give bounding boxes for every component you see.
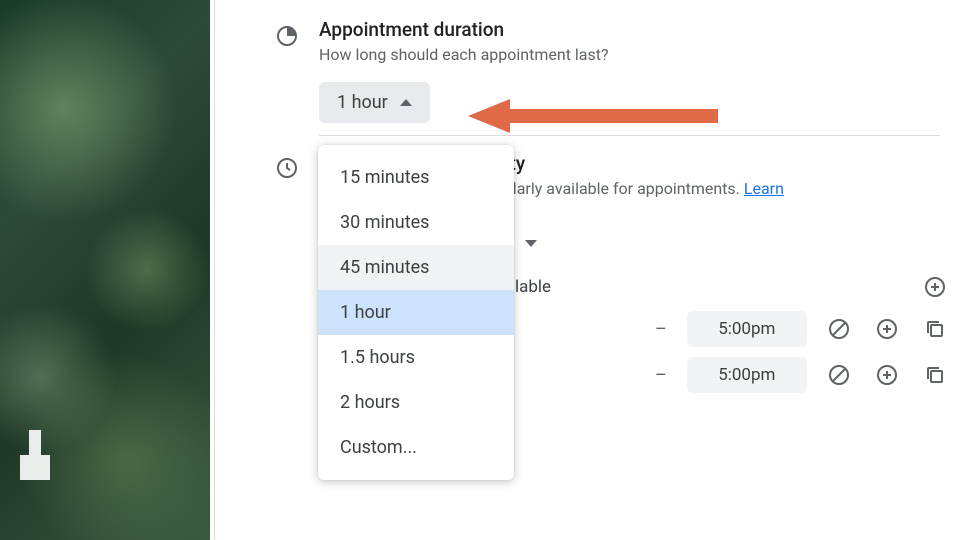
duration-icon xyxy=(275,24,299,48)
unavailable-label: lable xyxy=(515,277,903,297)
duration-title: Appointment duration xyxy=(319,18,940,41)
add-slot-button[interactable] xyxy=(873,361,901,389)
duration-option[interactable]: 15 minutes xyxy=(318,155,514,200)
copy-slot-button[interactable] xyxy=(921,315,949,343)
learn-more-link[interactable]: Learn xyxy=(744,179,784,198)
duration-option-custom[interactable]: Custom... xyxy=(318,425,514,470)
time-dash: – xyxy=(653,319,669,340)
end-time-chip[interactable]: 5:00pm xyxy=(687,311,807,347)
duration-dropdown-menu: 15 minutes 30 minutes 45 minutes 1 hour … xyxy=(318,145,514,480)
duration-option[interactable]: 45 minutes xyxy=(318,245,514,290)
add-slot-button[interactable] xyxy=(873,315,901,343)
chevron-up-icon xyxy=(400,99,412,106)
end-time-chip[interactable]: 5:00pm xyxy=(687,357,807,393)
duration-option[interactable]: 30 minutes xyxy=(318,200,514,245)
duration-subtitle: How long should each appointment last? xyxy=(319,45,940,64)
copy-slot-button[interactable] xyxy=(921,361,949,389)
duration-option-selected[interactable]: 1 hour xyxy=(318,290,514,335)
block-slot-button[interactable] xyxy=(825,361,853,389)
annotation-arrow xyxy=(468,97,718,135)
clock-icon xyxy=(275,156,299,180)
duration-option[interactable]: 1.5 hours xyxy=(318,335,514,380)
time-dash: – xyxy=(653,365,669,386)
add-slot-button[interactable] xyxy=(921,273,949,301)
duration-dropdown-button[interactable]: 1 hour xyxy=(319,82,430,123)
duration-option[interactable]: 2 hours xyxy=(318,380,514,425)
duration-button-label: 1 hour xyxy=(337,92,388,113)
sidebar-background-image xyxy=(0,0,210,540)
chevron-down-icon xyxy=(525,240,537,247)
block-slot-button[interactable] xyxy=(825,315,853,343)
